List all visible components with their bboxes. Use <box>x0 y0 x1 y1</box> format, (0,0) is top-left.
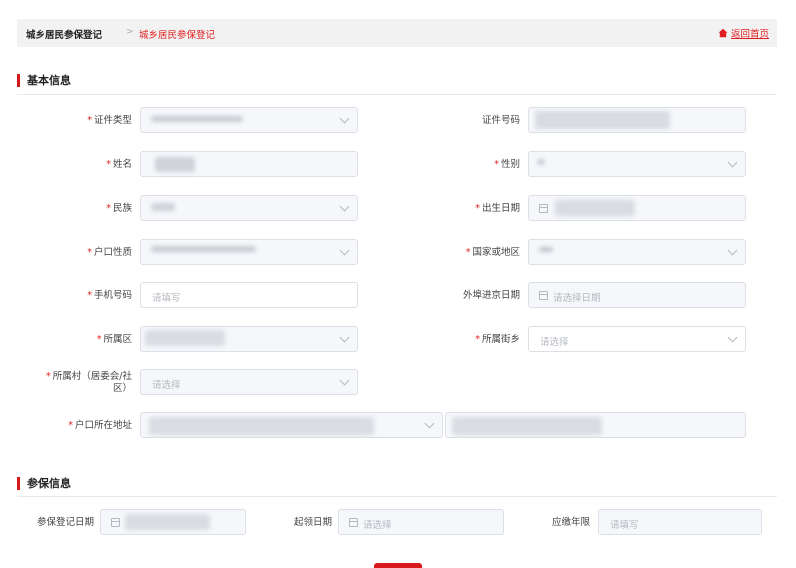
id-number-label: 证件号码 <box>481 115 520 126</box>
arrival-date-label: 外埠进京日期 <box>462 290 520 301</box>
id-number-field[interactable] <box>528 107 746 133</box>
street-label: * 所属街乡 <box>475 334 520 345</box>
section-insurance-title: 参保信息 <box>17 475 71 491</box>
street-placeholder: 请选择 <box>540 337 569 348</box>
id-type-label: * 证件类型 <box>87 115 132 126</box>
gender-select[interactable] <box>528 151 746 177</box>
calendar-icon <box>349 518 358 527</box>
section-marker <box>17 476 20 490</box>
home-link[interactable]: 返回首页 <box>718 26 769 40</box>
years-label: 应缴年限 <box>551 517 590 528</box>
village-select[interactable]: 请选择 <box>140 369 358 395</box>
calendar-icon <box>111 518 120 527</box>
phone-input[interactable]: 请填写 <box>140 282 358 308</box>
address-label: * 户口所在地址 <box>68 420 132 431</box>
start-date-picker[interactable]: 请选择 <box>338 509 504 535</box>
name-field[interactable] <box>140 151 358 177</box>
reg-date-picker[interactable] <box>100 509 246 535</box>
submit-button[interactable] <box>374 563 422 568</box>
years-placeholder: 请填写 <box>610 520 639 531</box>
section-marker <box>17 73 20 87</box>
breadcrumb-separator: > <box>126 27 134 37</box>
section-basic-title: 基本信息 <box>17 72 71 88</box>
hukou-type-select[interactable] <box>140 239 358 265</box>
ethnicity-label: * 民族 <box>106 203 132 214</box>
name-label: * 姓名 <box>106 159 132 170</box>
home-link-label: 返回首页 <box>730 29 769 40</box>
chevron-down-icon <box>339 375 350 386</box>
village-placeholder: 请选择 <box>152 380 181 391</box>
country-label: * 国家或地区 <box>465 247 520 258</box>
street-select[interactable]: 请选择 <box>528 326 746 352</box>
district-label: * 所属区 <box>96 334 132 345</box>
start-date-placeholder: 请选择 <box>363 520 392 531</box>
district-select[interactable] <box>140 326 358 352</box>
phone-label: * 手机号码 <box>87 290 132 301</box>
chevron-down-icon <box>727 332 738 343</box>
breadcrumb: 城乡居民参保登记 > 城乡居民参保登记 返回首页 <box>17 19 777 47</box>
chevron-down-icon <box>339 332 350 343</box>
chevron-down-icon <box>424 418 435 429</box>
village-label: * 所属村（居委会/社区） <box>46 371 132 394</box>
chevron-down-icon <box>339 201 350 212</box>
years-field[interactable]: 请填写 <box>598 509 762 535</box>
calendar-icon <box>539 204 548 213</box>
start-date-label: 起领日期 <box>293 517 332 528</box>
section-basic-label: 基本信息 <box>27 74 71 87</box>
arrival-date-picker[interactable]: 请选择日期 <box>528 282 746 308</box>
address-region-select[interactable] <box>140 412 443 438</box>
section-divider <box>17 496 777 497</box>
section-divider <box>17 94 777 95</box>
address-detail-field[interactable] <box>445 412 746 438</box>
arrival-date-placeholder: 请选择日期 <box>553 293 601 304</box>
ethnicity-select[interactable] <box>140 195 358 221</box>
calendar-icon <box>539 291 548 300</box>
home-icon <box>718 28 728 38</box>
chevron-down-icon <box>727 245 738 256</box>
gender-label: * 性别 <box>494 159 520 170</box>
chevron-down-icon <box>339 113 350 124</box>
reg-date-label: 参保登记日期 <box>36 517 94 528</box>
section-insurance-label: 参保信息 <box>27 477 71 490</box>
phone-placeholder: 请填写 <box>152 293 181 304</box>
breadcrumb-current: 城乡居民参保登记 <box>139 30 216 41</box>
birth-date-picker[interactable] <box>528 195 746 221</box>
id-type-select[interactable] <box>140 107 358 133</box>
breadcrumb-root[interactable]: 城乡居民参保登记 <box>26 27 102 41</box>
birth-date-label: * 出生日期 <box>475 203 520 214</box>
chevron-down-icon <box>339 245 350 256</box>
country-select[interactable] <box>528 239 746 265</box>
hukou-type-label: * 户口性质 <box>87 247 132 258</box>
chevron-down-icon <box>727 157 738 168</box>
